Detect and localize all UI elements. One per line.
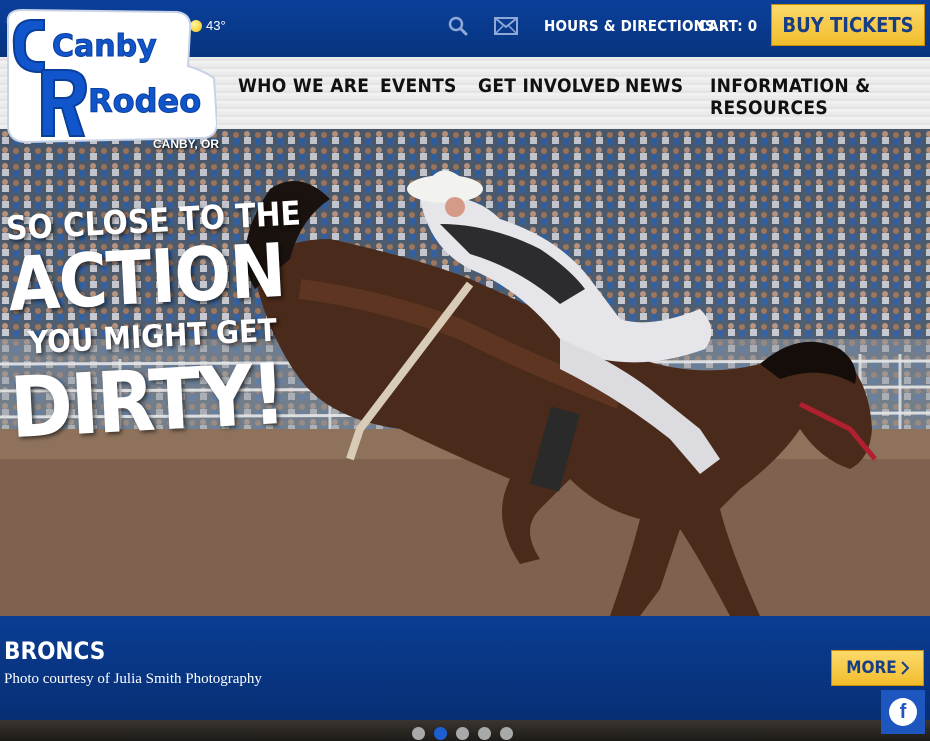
mail-icon[interactable] (494, 16, 518, 36)
slide-title: BRONCS (4, 637, 106, 665)
logo-location: CANBY, OR (153, 137, 220, 151)
logo-text-rodeo: Rodeo (88, 82, 201, 120)
facebook-button[interactable]: f (881, 690, 925, 734)
search-icon[interactable] (448, 16, 468, 36)
buy-tickets-button[interactable]: BUY TICKETS (771, 4, 925, 46)
canby-rodeo-logo[interactable]: Canby Rodeo (2, 6, 217, 146)
hours-directions-link[interactable]: HOURS & DIRECTIONS (544, 17, 715, 35)
slider-dot[interactable] (500, 727, 513, 740)
cart-link[interactable]: CART: 0 (698, 17, 757, 35)
slider-dot[interactable] (478, 727, 491, 740)
more-button[interactable]: MORE (831, 650, 924, 686)
chevron-right-icon (901, 661, 909, 675)
nav-information-resources[interactable]: INFORMATION & RESOURCES (710, 75, 930, 119)
nav-who-we-are[interactable]: WHO WE ARE (238, 75, 369, 97)
slider-dot-active[interactable] (434, 727, 447, 740)
photo-credit: Photo courtesy of Julia Smith Photograph… (4, 671, 262, 687)
hero-slide-image: SO CLOSE TO THE ACTION YOU MIGHT GET DIR… (0, 129, 930, 616)
logo-text-canby: Canby (52, 29, 157, 64)
facebook-icon: f (889, 698, 917, 726)
hero-headline-line4: DIRTY! (7, 344, 287, 458)
nav-news[interactable]: NEWS (625, 75, 683, 97)
more-button-label: MORE (846, 658, 897, 678)
nav-get-involved[interactable]: GET INVOLVED (478, 75, 620, 97)
nav-events[interactable]: EVENTS (380, 75, 457, 97)
slide-caption-bar: BRONCS Photo courtesy of Julia Smith Pho… (0, 616, 930, 720)
slider-dot[interactable] (412, 727, 425, 740)
slider-dot[interactable] (456, 727, 469, 740)
slider-pagination (412, 727, 513, 740)
